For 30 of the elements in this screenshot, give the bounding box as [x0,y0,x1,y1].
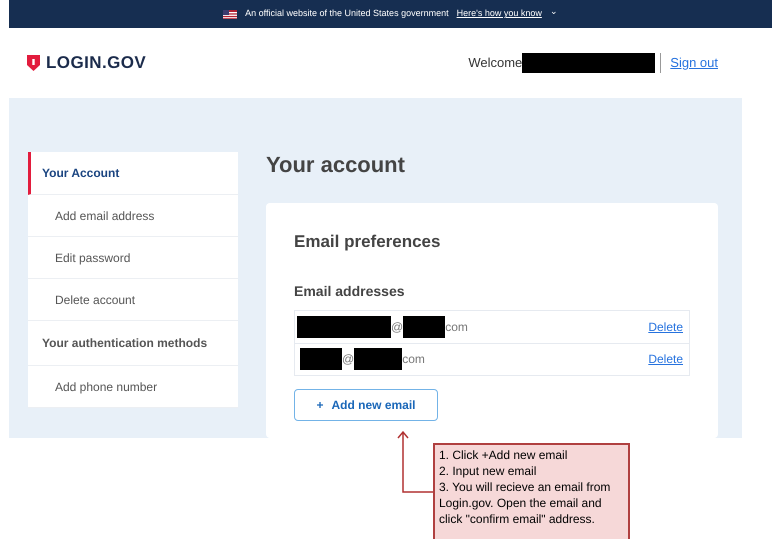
card-title: Email preferences [294,231,442,253]
shield-icon [27,55,40,71]
delete-link[interactable]: Delete [648,350,683,368]
redacted-text [354,348,402,370]
sidebar-item[interactable]: Your authentication methods [28,321,238,366]
how-you-know-link[interactable]: Here's how you know [456,7,542,21]
email-suffix: com [445,318,468,336]
redacted-text [403,316,446,338]
section-subtitle: Email addresses [294,282,406,300]
email-at: @ [342,351,354,368]
sign-out-link[interactable]: Sign out [670,53,718,73]
annotation-line: 2. Input new email [439,463,538,479]
logo-text: LOGIN.GOV [46,52,146,74]
banner-text: An official website of the United States government [245,7,449,20]
email-suffix: com [402,351,425,368]
welcome-text: Welcome [468,54,522,72]
delete-link[interactable]: Delete [648,318,683,336]
sidebar-item[interactable]: Add phone number [28,366,238,408]
sidebar-item[interactable]: Your Account [28,152,238,195]
redacted-text [300,348,342,370]
annotation-line: 3. You will recieve an email from Login.gov. Open the email and click "confirm email" address. [439,479,612,527]
caret-icon: ⌄ [550,5,558,19]
email-at: @ [391,318,404,336]
page-title: Your account [266,154,406,176]
annotation-line: 1. Click +Add new email [439,447,568,463]
flag-icon [223,10,238,18]
sidebar-item[interactable]: Add email address [28,195,238,237]
sidebar-item[interactable]: Edit password [28,237,238,279]
sidebar-item[interactable]: Delete account [28,279,238,321]
add-email-button[interactable]: + Add new email [294,388,438,420]
